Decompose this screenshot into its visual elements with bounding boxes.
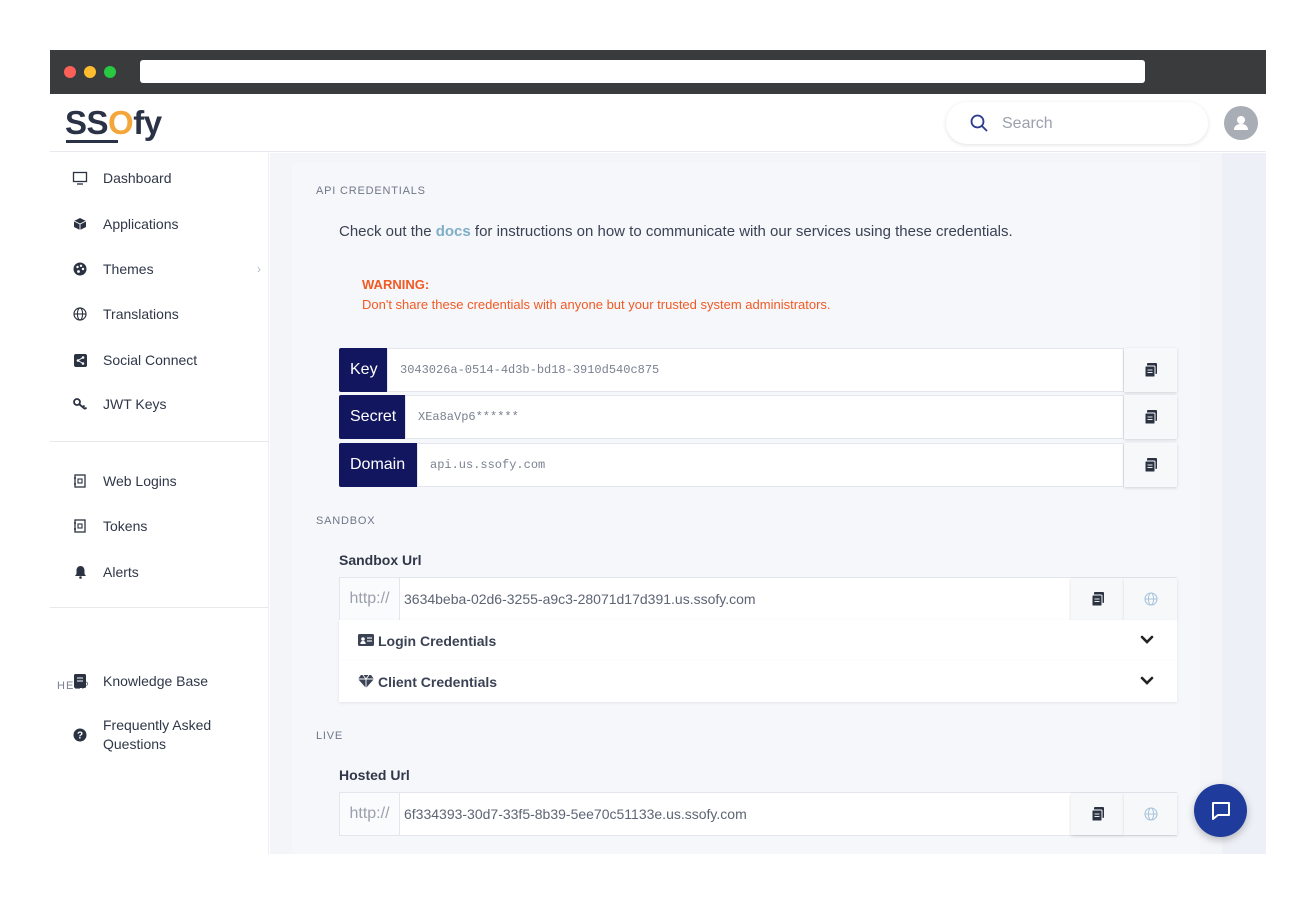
copy-button[interactable] — [1071, 578, 1124, 620]
credential-row-key: Key 3043026a-0514-4d3b-bd18-3910d540c875 — [339, 348, 1177, 392]
sidebar-item-jwt-keys[interactable]: JWT Keys — [50, 386, 269, 422]
logo[interactable]: SSOfy — [65, 104, 162, 142]
credential-value[interactable]: XEa8aVp6****** — [405, 395, 1124, 439]
key-icon — [72, 396, 88, 412]
accordion-login-credentials[interactable]: Login Credentials — [339, 620, 1177, 661]
search-input[interactable]: Search — [1002, 115, 1053, 133]
copy-icon — [1091, 592, 1104, 606]
globe-icon — [72, 306, 88, 322]
sandbox-url-field: http:// 3634beba-02d6-3255-a9c3-28071d17… — [339, 577, 1177, 621]
credential-label: Secret — [339, 395, 405, 439]
globe-icon — [1143, 807, 1158, 821]
sidebar-divider — [50, 607, 269, 608]
monitor-icon — [72, 170, 88, 186]
main-content: API CREDENTIALS Check out the docs for i… — [270, 153, 1266, 854]
sidebar-item-themes[interactable]: Themes › — [50, 251, 269, 287]
address-bar[interactable] — [140, 60, 1145, 83]
chevron-down-icon — [1140, 676, 1154, 685]
sandbox-url-label: Sandbox Url — [339, 552, 422, 568]
browser-window: SSOfy Search Dashboard Applications Them… — [50, 50, 1266, 854]
hosted-url-label: Hosted Url — [339, 767, 410, 783]
sidebar-item-social-connect[interactable]: Social Connect — [50, 342, 269, 378]
sandbox-heading: SANDBOX — [316, 515, 376, 527]
copy-button[interactable] — [1124, 348, 1177, 392]
open-url-button[interactable] — [1124, 793, 1177, 835]
hosted-url-field: http:// 6f334393-30d7-33f5-8b39-5ee70c51… — [339, 792, 1177, 836]
chat-icon — [1211, 801, 1230, 820]
book-icon — [72, 473, 88, 489]
diamond-icon — [358, 674, 374, 688]
chat-button[interactable] — [1194, 784, 1247, 837]
open-url-button[interactable] — [1124, 578, 1177, 620]
sidebar-item-knowledge-base[interactable]: Knowledge Base — [50, 663, 269, 699]
bell-icon — [72, 564, 88, 580]
search-box[interactable]: Search — [946, 102, 1208, 144]
globe-icon — [1143, 592, 1158, 606]
credential-value[interactable]: 3043026a-0514-4d3b-bd18-3910d540c875 — [387, 348, 1124, 392]
share-icon — [72, 352, 88, 368]
avatar[interactable] — [1224, 106, 1258, 140]
credential-row-domain: Domain api.us.ssofy.com — [339, 443, 1177, 487]
api-credentials-heading: API CREDENTIALS — [316, 185, 426, 197]
cube-icon — [72, 216, 88, 232]
credential-row-secret: Secret XEa8aVp6****** — [339, 395, 1177, 439]
url-prefix: http:// — [340, 578, 400, 620]
chevron-right-icon: › — [257, 262, 261, 276]
settings-card: API CREDENTIALS Check out the docs for i… — [292, 163, 1200, 854]
sidebar: Dashboard Applications Themes › Translat… — [50, 153, 269, 854]
sandbox-url-value[interactable]: 3634beba-02d6-3255-a9c3-28071d17d391.us.… — [404, 578, 756, 620]
sidebar-item-faq[interactable]: ? Frequently Asked Questions — [50, 715, 269, 755]
hosted-url-value[interactable]: 6f334393-30d7-33f5-8b39-5ee70c51133e.us.… — [404, 793, 747, 835]
book-icon — [72, 518, 88, 534]
live-heading: LIVE — [316, 730, 344, 742]
copy-icon — [1091, 807, 1104, 821]
warning-text: Don't share these credentials with anyon… — [362, 297, 831, 312]
logo-underline — [66, 140, 118, 143]
sidebar-item-alerts[interactable]: Alerts — [50, 554, 269, 590]
copy-icon — [1144, 458, 1157, 472]
user-icon — [1234, 116, 1248, 130]
sidebar-item-web-logins[interactable]: Web Logins — [50, 463, 269, 499]
sidebar-item-applications[interactable]: Applications — [50, 206, 269, 242]
credential-value[interactable]: api.us.ssofy.com — [417, 443, 1124, 487]
copy-icon — [1144, 410, 1157, 424]
minimize-window-dot[interactable] — [84, 66, 96, 78]
chevron-down-icon — [1140, 635, 1154, 644]
copy-button[interactable] — [1124, 395, 1177, 439]
close-window-dot[interactable] — [64, 66, 76, 78]
copy-button[interactable] — [1124, 443, 1177, 487]
book-icon — [72, 673, 88, 689]
sidebar-item-tokens[interactable]: Tokens — [50, 508, 269, 544]
palette-icon — [72, 261, 88, 277]
sidebar-item-dashboard[interactable]: Dashboard — [50, 160, 269, 196]
copy-icon — [1144, 363, 1157, 377]
sidebar-divider — [50, 441, 269, 442]
question-circle-icon: ? — [72, 727, 88, 743]
warning-title: WARNING: — [362, 277, 430, 292]
url-prefix: http:// — [340, 793, 400, 835]
browser-chrome — [50, 50, 1266, 94]
intro-text: Check out the docs for instructions on h… — [339, 223, 1013, 240]
accordion-client-credentials[interactable]: Client Credentials — [339, 661, 1177, 702]
search-icon — [970, 114, 988, 132]
top-bar: SSOfy Search — [50, 94, 1266, 152]
copy-button[interactable] — [1071, 793, 1124, 835]
svg-text:?: ? — [77, 731, 83, 742]
right-gutter — [1222, 153, 1266, 854]
id-card-icon — [358, 634, 374, 646]
credential-label: Domain — [339, 443, 417, 487]
credential-label: Key — [339, 348, 387, 392]
sidebar-item-translations[interactable]: Translations — [50, 296, 269, 332]
docs-link[interactable]: docs — [436, 223, 471, 240]
maximize-window-dot[interactable] — [104, 66, 116, 78]
